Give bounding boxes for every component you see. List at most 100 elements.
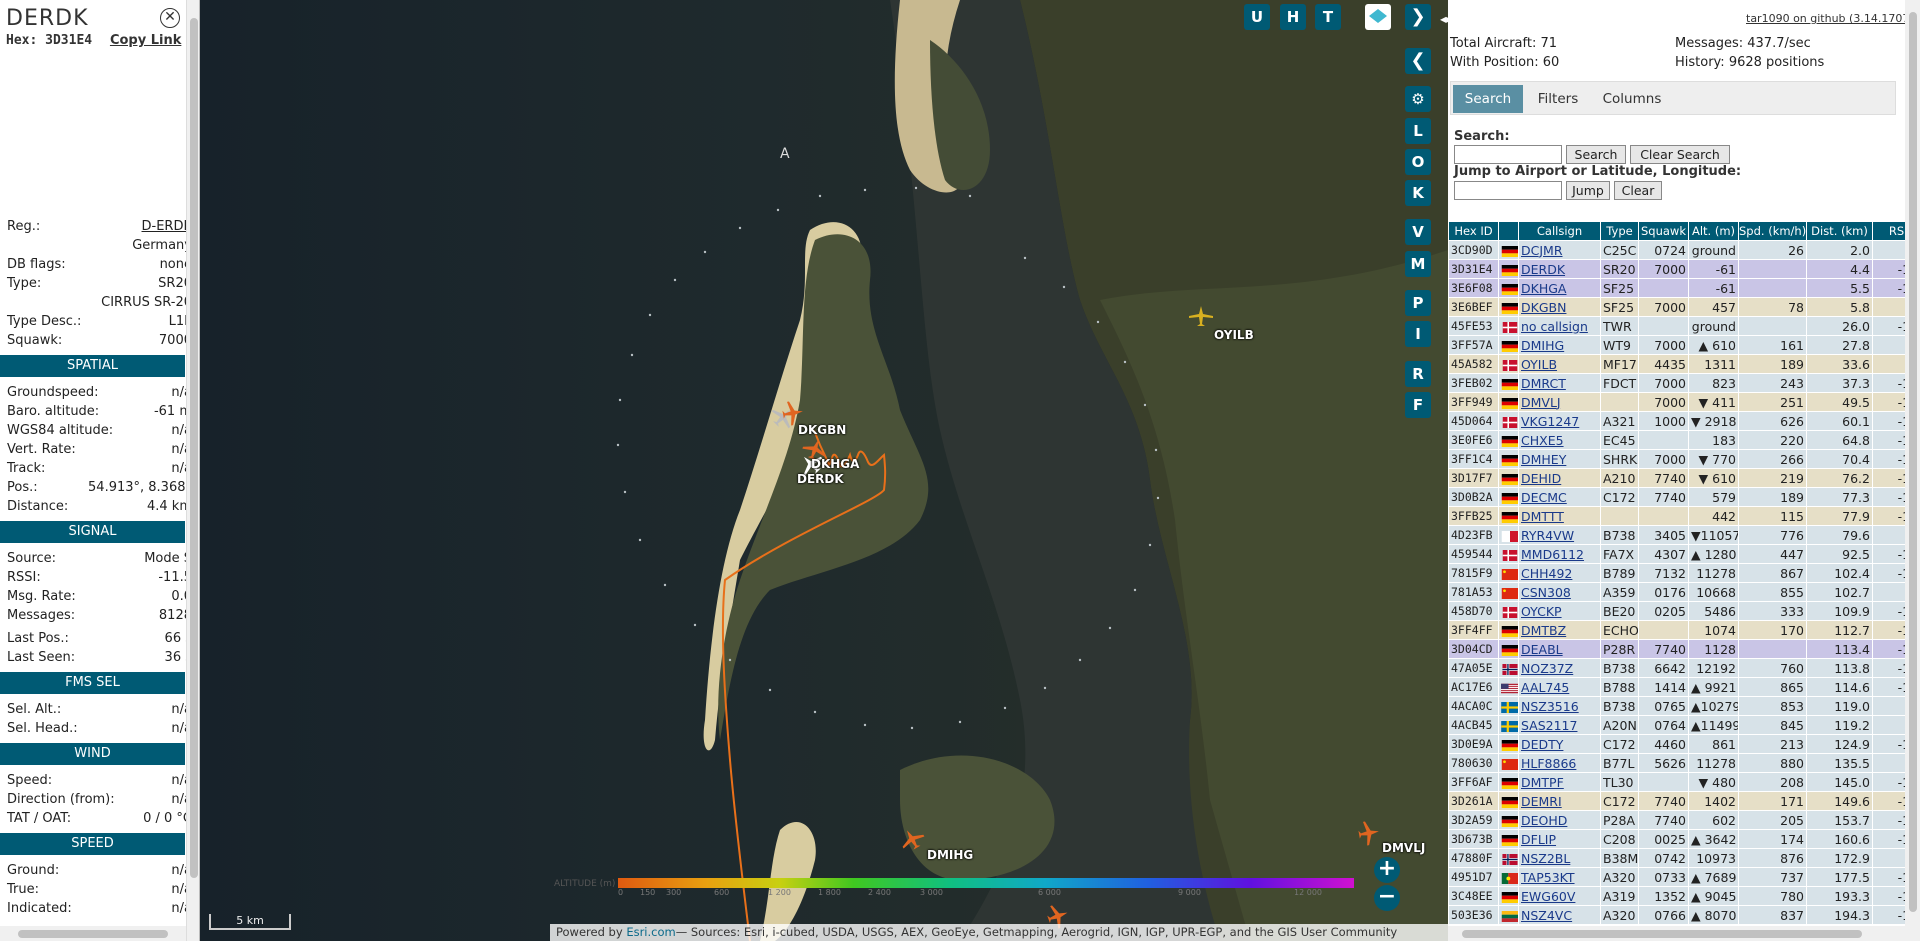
table-row[interactable]: 3CD90DDCJMRC25C0724ground262.0-3	[1448, 240, 1920, 260]
callsign-link[interactable]: DKHGA	[1521, 281, 1566, 296]
clear-button[interactable]: Clear	[1614, 181, 1662, 200]
table-row[interactable]: 3FF6AFDMTPFTL30▼ 480208145.0-19	[1448, 772, 1920, 792]
column-header[interactable]: Alt. (m)	[1688, 221, 1739, 241]
table-row[interactable]: 3D261ADEMRIC17277401402171149.6-18	[1448, 791, 1920, 811]
map-view[interactable]: A OYILB DKGBN DKHGA DERDK DMIHG DMVLJ U …	[200, 0, 1448, 941]
search-button[interactable]: Search	[1566, 145, 1626, 164]
callsign-link[interactable]: DMTTT	[1521, 509, 1564, 524]
callsign-link[interactable]: CSN308	[1521, 585, 1571, 600]
callsign-link[interactable]: DEDTY	[1521, 737, 1563, 752]
button-l[interactable]: L	[1405, 118, 1431, 144]
table-row[interactable]: 47880FNSZ2BLB38M074210973876172.9-2	[1448, 848, 1920, 868]
callsign-link[interactable]: DMHEY	[1521, 452, 1566, 467]
table-row[interactable]: 3D0E9ADEDTYC1724460861213124.9-15	[1448, 734, 1920, 754]
table-row[interactable]: 3D673BDFLIPC2080025▲ 3642174160.6-19	[1448, 829, 1920, 849]
tab-search[interactable]: Search	[1453, 85, 1523, 113]
tab-columns[interactable]: Columns	[1591, 85, 1673, 113]
table-row[interactable]: 3FF1C4DMHEYSHRK7000▼ 77026670.4-18	[1448, 449, 1920, 469]
table-row[interactable]: 45D064VKG1247A3211000▼ 291862660.1-12	[1448, 411, 1920, 431]
callsign-link[interactable]: AAL745	[1521, 680, 1569, 695]
column-header[interactable]	[1498, 221, 1519, 241]
jump-input[interactable]	[1454, 181, 1562, 200]
callsign-link[interactable]: RYR4VW	[1521, 528, 1574, 543]
button-v[interactable]: V	[1405, 219, 1431, 245]
gear-icon[interactable]: ⚙	[1405, 86, 1431, 112]
column-header[interactable]: Spd. (km/h)	[1738, 221, 1807, 241]
list-scroll-thumb[interactable]	[1909, 12, 1917, 912]
callsign-link[interactable]: DEMRI	[1521, 794, 1562, 809]
info-scroll-thumb[interactable]	[190, 18, 198, 878]
table-row[interactable]: 45A582OYILBMF174435131118933.6-4	[1448, 354, 1920, 374]
callsign-link[interactable]: OYCKP	[1521, 604, 1562, 619]
column-header[interactable]: Type	[1600, 221, 1639, 241]
tab-filters[interactable]: Filters	[1527, 85, 1589, 113]
jump-button[interactable]: Jump	[1566, 181, 1610, 200]
table-row[interactable]: 3E6BEFDKGBNSF257000457785.8-2	[1448, 297, 1920, 317]
list-hscroll-thumb[interactable]	[1462, 930, 1862, 938]
table-row[interactable]: 780630HLF8866B77L562611278880135.5-5	[1448, 753, 1920, 773]
callsign-link[interactable]: NSZ2BL	[1521, 851, 1570, 866]
table-row[interactable]: 781A53CSN308A359017610668855102.7-6	[1448, 582, 1920, 602]
callsign-link[interactable]: SAS2117	[1521, 718, 1577, 733]
zoom-in-button[interactable]: +	[1374, 857, 1400, 883]
chevron-right-icon[interactable]: ❯	[1405, 4, 1431, 30]
callsign-link[interactable]: DMTBZ	[1521, 623, 1566, 638]
table-row[interactable]: 3D31E4DERDKSR207000-614.4-11	[1448, 259, 1920, 279]
info-hscroll-thumb[interactable]	[18, 930, 168, 938]
callsign-link[interactable]: OYILB	[1521, 357, 1557, 372]
callsign-link[interactable]: DMRCT	[1521, 376, 1566, 391]
callsign-link[interactable]: TAP53KT	[1521, 870, 1575, 885]
column-header[interactable]: Hex ID	[1448, 221, 1499, 241]
callsign-link[interactable]: DKGBN	[1521, 300, 1566, 315]
table-row[interactable]: AC17E6AAL745B7881414▲ 9921865114.6-11	[1448, 677, 1920, 697]
reg-link[interactable]: D-ERDK	[142, 217, 192, 236]
callsign-link[interactable]: DFLIP	[1521, 832, 1556, 847]
callsign-link[interactable]: EWG60V	[1521, 889, 1575, 904]
table-row[interactable]: 3C48EEEWG60VA3191352▲ 9045780193.3-16	[1448, 886, 1920, 906]
attribution-link[interactable]: Esri.com	[626, 925, 675, 939]
zoom-out-button[interactable]: −	[1374, 885, 1400, 911]
info-vertical-scrollbar[interactable]	[186, 0, 199, 941]
table-row[interactable]: 7815F9CHH492B789713211278867102.4-12	[1448, 563, 1920, 583]
callsign-link[interactable]: DECMC	[1521, 490, 1567, 505]
callsign-link[interactable]: CHXE5	[1521, 433, 1564, 448]
callsign-link[interactable]: no callsign	[1521, 319, 1588, 334]
button-o[interactable]: O	[1405, 149, 1431, 175]
close-icon[interactable]: ✕	[160, 8, 180, 28]
table-row[interactable]: 4D23FBRYR4VWB7383405▼1105777679.6-6	[1448, 525, 1920, 545]
callsign-link[interactable]: DEOHD	[1521, 813, 1567, 828]
button-m[interactable]: M	[1405, 251, 1431, 277]
callsign-link[interactable]: DMTPF	[1521, 775, 1564, 790]
button-h[interactable]: H	[1280, 4, 1306, 30]
column-header[interactable]: Squawk	[1638, 221, 1689, 241]
button-k[interactable]: K	[1405, 180, 1431, 206]
table-row[interactable]: 3E0FE6CHXE5EC4518322064.8-15	[1448, 430, 1920, 450]
version-link[interactable]: tar1090 on github (3.14.1707)	[1746, 12, 1914, 25]
callsign-link[interactable]: NOZ37Z	[1521, 661, 1573, 676]
chevron-left-icon[interactable]: ❮	[1405, 48, 1431, 74]
callsign-link[interactable]: DMIHG	[1521, 338, 1564, 353]
aircraft-icon-dmvlj[interactable]	[1354, 818, 1384, 848]
table-row[interactable]: 47A05ENOZ37ZB738664212192760113.8-14	[1448, 658, 1920, 678]
callsign-link[interactable]: VKG1247	[1521, 414, 1579, 429]
table-row[interactable]: 3E6F08DKHGASF25-615.5-15	[1448, 278, 1920, 298]
table-row[interactable]: 3FF949DMVLJ7000▼ 41125149.5-17	[1448, 392, 1920, 412]
table-row[interactable]: 4ACB45SAS2117A20N0764▲11499845119.2-3	[1448, 715, 1920, 735]
info-horizontal-scrollbar[interactable]	[0, 926, 186, 941]
callsign-link[interactable]: NSZ4VC	[1521, 908, 1572, 923]
copy-link[interactable]: Copy Link	[110, 33, 181, 48]
table-row[interactable]: 45FE53no callsignTWRground26.0-17	[1448, 316, 1920, 336]
callsign-link[interactable]: DCJMR	[1521, 243, 1563, 258]
table-row[interactable]: 458D70OYCKPBE2002055486333109.9-18	[1448, 601, 1920, 621]
table-row[interactable]: 503E36NSZ4VCA3200766▲ 8070837194.3-13	[1448, 905, 1920, 925]
button-p[interactable]: P	[1405, 290, 1431, 316]
table-row[interactable]: 3FEB02DMRCTFDCT700082324337.3-13	[1448, 373, 1920, 393]
list-horizontal-scrollbar[interactable]	[1448, 926, 1905, 941]
button-u[interactable]: U	[1244, 4, 1270, 30]
table-row[interactable]: 3FF4FFDMTBZECHO1074170112.7-19	[1448, 620, 1920, 640]
clear-search-button[interactable]: Clear Search	[1630, 145, 1730, 164]
callsign-link[interactable]: HLF8866	[1521, 756, 1576, 771]
callsign-link[interactable]: DEABL	[1521, 642, 1563, 657]
table-row[interactable]: 4951D7TAP53KTA3200733▲ 7689737177.5-15	[1448, 867, 1920, 887]
column-header[interactable]: Dist. (km)	[1806, 221, 1873, 241]
